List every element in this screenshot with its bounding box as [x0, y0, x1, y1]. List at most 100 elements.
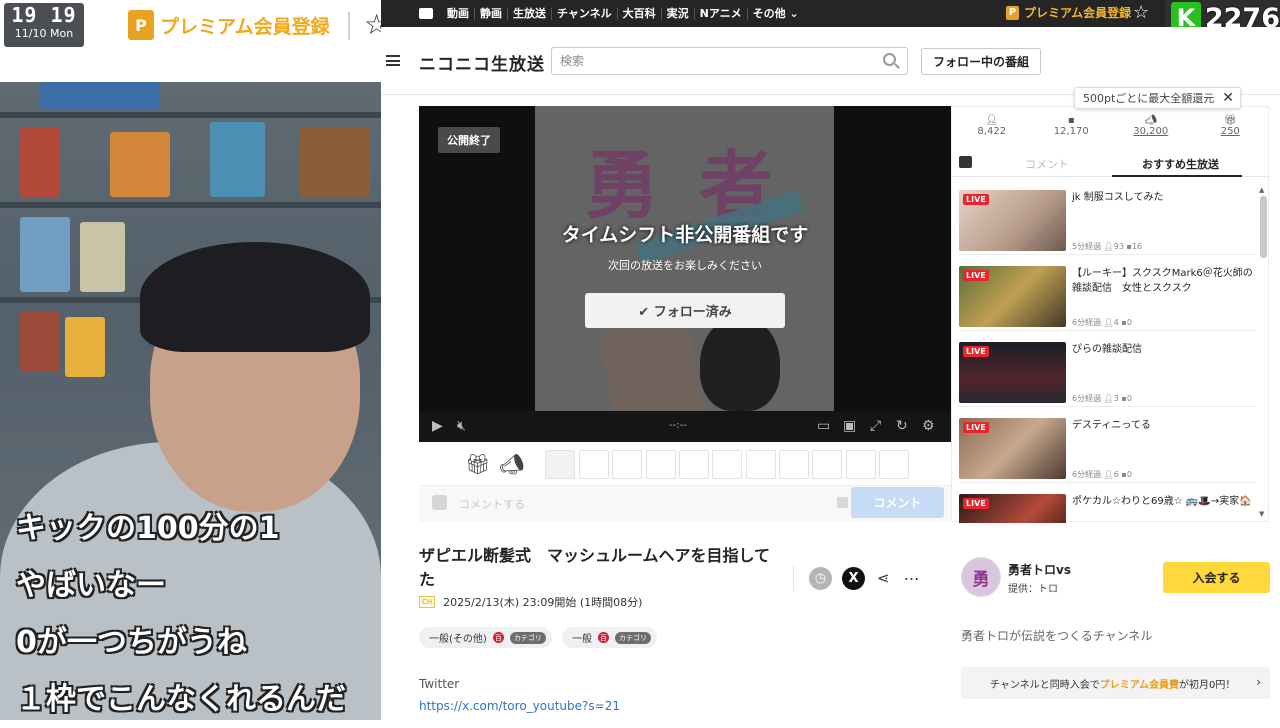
clock-icon[interactable]: ◷ — [809, 566, 832, 590]
comment-toggle-icon[interactable]: ▭ — [817, 419, 830, 433]
close-icon[interactable]: ✕ — [1222, 90, 1234, 106]
advertise-icon[interactable]: 📣︎ — [499, 452, 524, 476]
recommended-meta: 6分経過 👤︎6 ▪0 — [1072, 470, 1132, 479]
tag-chip[interactable]: 一般 百 カテゴリ — [562, 627, 657, 648]
recommended-title: デスティニってる — [1072, 420, 1151, 431]
recommended-scrollbar[interactable] — [1260, 196, 1267, 258]
ad-icon: 📣︎ — [1144, 115, 1158, 126]
gift-slot[interactable] — [879, 450, 909, 479]
gift-slot[interactable] — [545, 450, 575, 479]
channel-name[interactable]: 勇者トロvs — [1008, 561, 1071, 578]
search-input[interactable] — [551, 47, 908, 75]
overlay-star-icon: ☆ — [364, 8, 381, 41]
program-actions: ◷ X ⋖ ⋯ — [793, 565, 921, 591]
settings-gear-icon[interactable]: ⚙ — [922, 419, 935, 433]
nav-link-seiga[interactable]: 静画 — [475, 7, 508, 20]
point-tooltip: 500ptごとに最大全額還元 ✕ — [1074, 87, 1242, 109]
list-item[interactable]: LIVE 【ルーキー】スクスクMark6＠花火師の雑談配信 女性とスクスク 6分… — [958, 259, 1256, 331]
gift-slot[interactable] — [712, 450, 742, 479]
stat-ad-points[interactable]: 📣︎ 30,200 — [1111, 107, 1191, 147]
recommended-list: LIVE jk 制服コスしてみた 5分経過 👤︎93 ▪16 LIVE 【ルーキ… — [952, 178, 1256, 523]
recommended-thumbnail: LIVE — [959, 342, 1066, 403]
more-options-icon[interactable]: ⋯ — [904, 569, 921, 588]
comment-command-icon[interactable] — [837, 497, 848, 508]
x-share-icon[interactable]: X — [842, 566, 865, 590]
recommended-title: ポケカル☆わりと69歳☆ 🚌🎩→実家🏠 — [1072, 496, 1252, 507]
overlay-clock: 19 19 11/10 Mon — [4, 3, 84, 47]
nav-link-video[interactable]: 動画 — [442, 7, 475, 20]
overlay-subtitles: キックの100分の1 やばいなー 0が一つちがうね １枠でこんなくれるんだ — [16, 500, 416, 728]
theater-mode-icon[interactable]: ▣ — [843, 419, 856, 433]
reload-icon[interactable]: ↻ — [896, 419, 908, 433]
stat-comments: ▪ 12,170 — [1032, 107, 1112, 147]
channel-badge: CH — [419, 596, 436, 608]
nav-link-jikkyo[interactable]: 実況 — [662, 7, 695, 20]
description-twitter-link[interactable]: https://x.com/toro_youtube?s=21 — [419, 699, 620, 713]
panel-tabs: コメント おすすめ生放送 — [952, 149, 1270, 177]
nav-premium-label: プレミアム会員登録 — [1024, 6, 1132, 20]
nav-premium-link[interactable]: P プレミアム会員登録 — [1006, 4, 1131, 21]
premium-p-icon: P — [1006, 5, 1019, 20]
tab-recommended[interactable]: おすすめ生放送 — [1142, 156, 1219, 172]
clock-date: 11/10 Mon — [14, 27, 74, 40]
gift-icon[interactable]: 🎁︎ — [465, 452, 490, 476]
comment-list-icon[interactable] — [959, 156, 972, 168]
list-item[interactable]: LIVE ぴらの雑談配信 6分経過 👤︎3 ▪0 — [958, 335, 1256, 407]
nav-link-live[interactable]: 生放送 — [508, 7, 552, 20]
tooltip-text: 500ptごとに最大全額還元 — [1083, 92, 1215, 105]
play-icon[interactable]: ▶ — [432, 419, 443, 433]
subtitle-line: 0が一つちがうね — [16, 625, 247, 660]
niconico-home-icon[interactable] — [419, 8, 433, 19]
list-item[interactable]: LIVE ポケカル☆わりと69歳☆ 🚌🎩→実家🏠 — [958, 487, 1256, 523]
tag-chip[interactable]: 一般(その他) 百 カテゴリ — [419, 627, 552, 648]
list-item[interactable]: LIVE jk 制服コスしてみた 5分経過 👤︎93 ▪16 — [958, 183, 1256, 255]
mute-icon[interactable]: 🔇︎ — [457, 419, 466, 433]
gift-slot[interactable] — [579, 450, 609, 479]
stat-viewers: 👤︎ 8,422 — [952, 107, 1032, 147]
join-channel-button[interactable]: 入会する — [1163, 562, 1270, 593]
followed-button[interactable]: ✔ フォロー済み — [585, 293, 785, 328]
overlay-premium-label: プレミアム会員登録 — [160, 15, 330, 38]
player-controls: ▶ 🔇︎ --:-- ▭ ▣ ⤢ ↻ ⚙ — [419, 411, 951, 442]
gift-slot[interactable] — [679, 450, 709, 479]
nav-link-dic[interactable]: 大百科 — [618, 7, 662, 20]
dictionary-icon[interactable]: 百 — [598, 632, 609, 643]
gift-slot[interactable] — [612, 450, 642, 479]
search-icon[interactable] — [883, 53, 896, 66]
gift-slot[interactable] — [812, 450, 842, 479]
channel-provider: 提供：トロ — [1008, 584, 1058, 595]
favorite-star-icon[interactable]: ☆ — [1133, 2, 1149, 23]
list-item[interactable]: LIVE デスティニってる 6分経過 👤︎6 ▪0 — [958, 411, 1256, 483]
overlay-divider — [348, 12, 350, 40]
recommended-thumbnail: LIVE — [959, 494, 1066, 523]
share-icon[interactable]: ⋖ — [877, 569, 890, 587]
following-programs-button[interactable]: フォロー中の番組 — [921, 48, 1042, 75]
gift-slot[interactable] — [746, 450, 776, 479]
comments-icon: ▪ — [1067, 115, 1075, 126]
gift-icon: 🎁︎ — [1223, 115, 1237, 126]
comment-submit-button[interactable]: コメント — [851, 487, 944, 518]
subtitle-line: キックの100分の1 — [16, 511, 280, 546]
dictionary-icon[interactable]: 百 — [492, 632, 504, 643]
fullscreen-icon[interactable]: ⤢ — [870, 419, 881, 433]
nav-link-channel[interactable]: チャンネル — [552, 7, 618, 20]
gift-slot[interactable] — [646, 450, 676, 479]
hamburger-menu-icon[interactable] — [386, 55, 400, 66]
category-badge: カテゴリ — [509, 631, 546, 644]
scroll-down-icon[interactable]: ▼ — [1259, 510, 1264, 518]
gift-slot[interactable] — [846, 450, 876, 479]
nav-link-nanime[interactable]: Nアニメ — [695, 7, 748, 20]
premium-p-icon: P — [128, 10, 154, 40]
channel-avatar[interactable]: 勇 — [961, 557, 1001, 597]
recommended-thumbnail: LIVE — [959, 418, 1066, 479]
channel-premium-banner[interactable]: チャンネルと同時入会で プレミアム会員費 が初月0円！ › — [961, 667, 1270, 699]
video-player[interactable]: 勇者 公開終了 タイムシフト非公開番組です 次回の放送をお楽しみください ✔ フ… — [419, 106, 951, 442]
stat-gifts[interactable]: 🎁︎ 250 — [1191, 107, 1271, 147]
scroll-up-icon[interactable]: ▲ — [1259, 186, 1264, 194]
recommended-thumbnail: LIVE — [959, 266, 1066, 327]
niconico-live-logo[interactable]: ニコニコ生放送 — [419, 50, 545, 75]
gift-slot[interactable] — [779, 450, 809, 479]
tab-comment[interactable]: コメント — [1025, 156, 1069, 172]
nav-link-more[interactable]: その他 ⌄ — [748, 7, 804, 20]
comment-input[interactable] — [459, 491, 849, 517]
